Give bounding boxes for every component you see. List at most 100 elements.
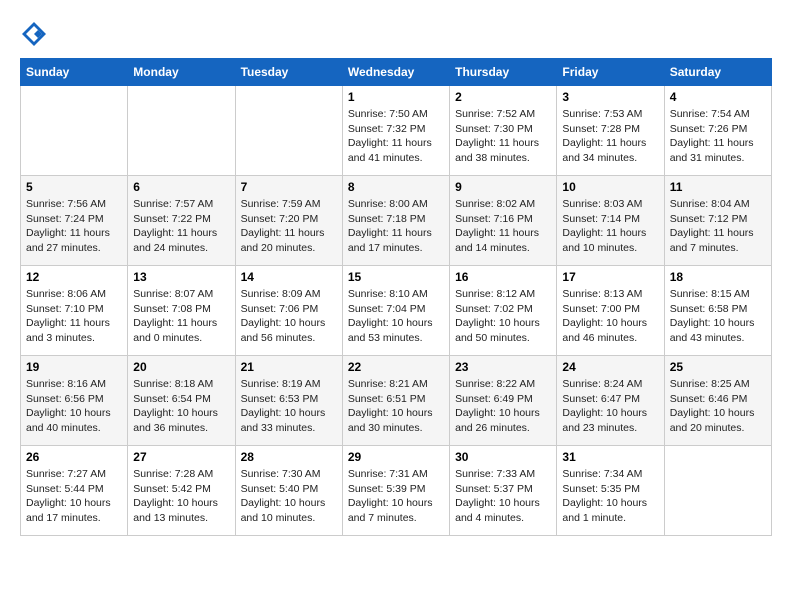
weekday-header: Friday [557, 59, 664, 86]
day-info: Sunrise: 7:57 AM Sunset: 7:22 PM Dayligh… [133, 197, 229, 256]
day-number: 19 [26, 360, 122, 374]
weekday-header: Saturday [664, 59, 771, 86]
day-info: Sunrise: 7:59 AM Sunset: 7:20 PM Dayligh… [241, 197, 337, 256]
day-number: 16 [455, 270, 551, 284]
day-info: Sunrise: 8:13 AM Sunset: 7:00 PM Dayligh… [562, 287, 658, 346]
calendar-cell [664, 446, 771, 536]
day-number: 8 [348, 180, 444, 194]
day-info: Sunrise: 7:52 AM Sunset: 7:30 PM Dayligh… [455, 107, 551, 166]
calendar-cell: 24Sunrise: 8:24 AM Sunset: 6:47 PM Dayli… [557, 356, 664, 446]
calendar-week-row: 19Sunrise: 8:16 AM Sunset: 6:56 PM Dayli… [21, 356, 772, 446]
weekday-header-row: SundayMondayTuesdayWednesdayThursdayFrid… [21, 59, 772, 86]
day-number: 26 [26, 450, 122, 464]
day-info: Sunrise: 7:30 AM Sunset: 5:40 PM Dayligh… [241, 467, 337, 526]
day-info: Sunrise: 8:07 AM Sunset: 7:08 PM Dayligh… [133, 287, 229, 346]
calendar-cell: 11 Sunrise: 8:04 AM Sunset: 7:12 PM Dayli… [664, 176, 771, 266]
day-info: Sunrise: 7:27 AM Sunset: 5:44 PM Dayligh… [26, 467, 122, 526]
calendar-cell: 17Sunrise: 8:13 AM Sunset: 7:00 PM Dayli… [557, 266, 664, 356]
calendar-cell: 30 Sunrise: 7:33 AM Sunset: 5:37 PM Dayli… [450, 446, 557, 536]
calendar-cell: 9 Sunrise: 8:02 AM Sunset: 7:16 PM Daylig… [450, 176, 557, 266]
day-info: Sunrise: 8:02 AM Sunset: 7:16 PM Dayligh… [455, 197, 551, 256]
calendar-cell: 6 Sunrise: 7:57 AM Sunset: 7:22 PM Daylig… [128, 176, 235, 266]
logo [20, 20, 52, 48]
day-info: Sunrise: 8:25 AM Sunset: 6:46 PM Dayligh… [670, 377, 766, 436]
calendar-week-row: 12Sunrise: 8:06 AM Sunset: 7:10 PM Dayli… [21, 266, 772, 356]
calendar-cell [21, 86, 128, 176]
day-info: Sunrise: 7:28 AM Sunset: 5:42 PM Dayligh… [133, 467, 229, 526]
calendar-week-row: 1 Sunrise: 7:50 AM Sunset: 7:32 PM Daylig… [21, 86, 772, 176]
day-number: 30 [455, 450, 551, 464]
day-info: Sunrise: 8:09 AM Sunset: 7:06 PM Dayligh… [241, 287, 337, 346]
calendar-cell [235, 86, 342, 176]
calendar-cell: 10 Sunrise: 8:03 AM Sunset: 7:14 PM Dayli… [557, 176, 664, 266]
day-info: Sunrise: 7:50 AM Sunset: 7:32 PM Dayligh… [348, 107, 444, 166]
calendar-cell: 19Sunrise: 8:16 AM Sunset: 6:56 PM Dayli… [21, 356, 128, 446]
day-info: Sunrise: 7:33 AM Sunset: 5:37 PM Dayligh… [455, 467, 551, 526]
day-number: 18 [670, 270, 766, 284]
day-number: 31 [562, 450, 658, 464]
day-number: 28 [241, 450, 337, 464]
day-number: 12 [26, 270, 122, 284]
day-info: Sunrise: 8:18 AM Sunset: 6:54 PM Dayligh… [133, 377, 229, 436]
calendar-cell: 25Sunrise: 8:25 AM Sunset: 6:46 PM Dayli… [664, 356, 771, 446]
calendar-table: SundayMondayTuesdayWednesdayThursdayFrid… [20, 58, 772, 536]
day-info: Sunrise: 7:56 AM Sunset: 7:24 PM Dayligh… [26, 197, 122, 256]
weekday-header: Thursday [450, 59, 557, 86]
calendar-cell: 3 Sunrise: 7:53 AM Sunset: 7:28 PM Daylig… [557, 86, 664, 176]
day-info: Sunrise: 8:03 AM Sunset: 7:14 PM Dayligh… [562, 197, 658, 256]
day-info: Sunrise: 8:12 AM Sunset: 7:02 PM Dayligh… [455, 287, 551, 346]
day-number: 6 [133, 180, 229, 194]
calendar-cell: 18 Sunrise: 8:15 AM Sunset: 6:58 PM Dayli… [664, 266, 771, 356]
day-number: 1 [348, 90, 444, 104]
day-info: Sunrise: 8:21 AM Sunset: 6:51 PM Dayligh… [348, 377, 444, 436]
calendar-cell: 23 Sunrise: 8:22 AM Sunset: 6:49 PM Dayli… [450, 356, 557, 446]
page-header [20, 20, 772, 48]
day-info: Sunrise: 8:10 AM Sunset: 7:04 PM Dayligh… [348, 287, 444, 346]
day-number: 3 [562, 90, 658, 104]
calendar-cell: 21Sunrise: 8:19 AM Sunset: 6:53 PM Dayli… [235, 356, 342, 446]
calendar-cell: 28 Sunrise: 7:30 AM Sunset: 5:40 PM Dayli… [235, 446, 342, 536]
calendar-cell: 29 Sunrise: 7:31 AM Sunset: 5:39 PM Dayli… [342, 446, 449, 536]
logo-icon [20, 20, 48, 48]
day-number: 2 [455, 90, 551, 104]
calendar-cell: 22Sunrise: 8:21 AM Sunset: 6:51 PM Dayli… [342, 356, 449, 446]
day-number: 13 [133, 270, 229, 284]
calendar-cell: 26 Sunrise: 7:27 AM Sunset: 5:44 PM Dayli… [21, 446, 128, 536]
calendar-cell: 27Sunrise: 7:28 AM Sunset: 5:42 PM Dayli… [128, 446, 235, 536]
day-number: 15 [348, 270, 444, 284]
day-info: Sunrise: 7:53 AM Sunset: 7:28 PM Dayligh… [562, 107, 658, 166]
day-number: 10 [562, 180, 658, 194]
day-number: 5 [26, 180, 122, 194]
calendar-cell: 7 Sunrise: 7:59 AM Sunset: 7:20 PM Daylig… [235, 176, 342, 266]
day-number: 21 [241, 360, 337, 374]
day-number: 29 [348, 450, 444, 464]
day-number: 11 [670, 180, 766, 194]
weekday-header: Tuesday [235, 59, 342, 86]
calendar-cell: 31 Sunrise: 7:34 AM Sunset: 5:35 PM Dayli… [557, 446, 664, 536]
calendar-cell: 4Sunrise: 7:54 AM Sunset: 7:26 PM Daylig… [664, 86, 771, 176]
calendar-cell: 16 Sunrise: 8:12 AM Sunset: 7:02 PM Dayli… [450, 266, 557, 356]
day-info: Sunrise: 7:54 AM Sunset: 7:26 PM Dayligh… [670, 107, 766, 166]
weekday-header: Monday [128, 59, 235, 86]
day-number: 7 [241, 180, 337, 194]
day-number: 14 [241, 270, 337, 284]
calendar-week-row: 26 Sunrise: 7:27 AM Sunset: 5:44 PM Dayli… [21, 446, 772, 536]
day-info: Sunrise: 8:15 AM Sunset: 6:58 PM Dayligh… [670, 287, 766, 346]
calendar-cell: 2 Sunrise: 7:52 AM Sunset: 7:30 PM Daylig… [450, 86, 557, 176]
calendar-week-row: 5 Sunrise: 7:56 AM Sunset: 7:24 PM Daylig… [21, 176, 772, 266]
day-number: 24 [562, 360, 658, 374]
weekday-header: Wednesday [342, 59, 449, 86]
day-number: 9 [455, 180, 551, 194]
calendar-cell: 15 Sunrise: 8:10 AM Sunset: 7:04 PM Dayli… [342, 266, 449, 356]
day-info: Sunrise: 8:04 AM Sunset: 7:12 PM Dayligh… [670, 197, 766, 256]
calendar-cell: 14 Sunrise: 8:09 AM Sunset: 7:06 PM Dayli… [235, 266, 342, 356]
calendar-cell: 1 Sunrise: 7:50 AM Sunset: 7:32 PM Daylig… [342, 86, 449, 176]
weekday-header: Sunday [21, 59, 128, 86]
day-info: Sunrise: 7:34 AM Sunset: 5:35 PM Dayligh… [562, 467, 658, 526]
day-number: 23 [455, 360, 551, 374]
day-info: Sunrise: 7:31 AM Sunset: 5:39 PM Dayligh… [348, 467, 444, 526]
day-number: 20 [133, 360, 229, 374]
day-info: Sunrise: 8:22 AM Sunset: 6:49 PM Dayligh… [455, 377, 551, 436]
calendar-cell [128, 86, 235, 176]
calendar-cell: 20 Sunrise: 8:18 AM Sunset: 6:54 PM Dayli… [128, 356, 235, 446]
